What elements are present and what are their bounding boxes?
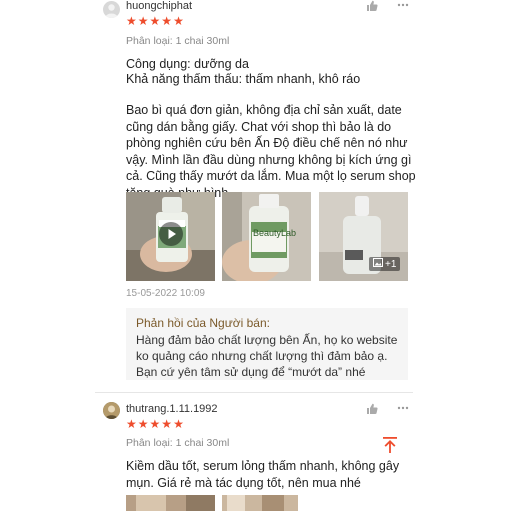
more-dots-icon[interactable] [397,0,409,14]
review-photo[interactable]: +1 [319,192,408,281]
more-dots-icon[interactable] [397,402,409,417]
image-icon [373,258,383,270]
avatar[interactable] [103,1,120,18]
review-photo[interactable]: BeautyLab [222,192,311,281]
review-divider [95,392,413,393]
star-icon: ★ [126,417,137,431]
star-icon: ★ [137,417,149,431]
review-photo[interactable] [126,495,215,511]
seller-reply-title: Phản hồi của Người bán: [136,316,270,330]
variant-label: Phân loại: 1 chai 30ml [126,35,230,47]
attribute-absorb-label: Khả năng thấm thấu: [126,72,243,86]
avatar[interactable] [103,402,120,419]
seller-reply: Phản hồi của Người bán: Hàng đảm bảo chấ… [126,308,408,380]
star-icon: ★ [161,417,173,431]
play-icon[interactable] [159,222,183,246]
more-photos-badge[interactable]: +1 [369,257,401,271]
star-icon: ★ [137,14,149,28]
thumbs-up-icon[interactable] [366,0,378,15]
star-icon: ★ [149,14,161,28]
attribute-use-value: dưỡng da [194,57,249,71]
attribute-absorb-value: thấm nhanh, khô ráo [245,72,361,86]
review-video-thumbnail[interactable] [126,192,215,281]
star-icon: ★ [149,417,161,431]
star-icon: ★ [161,14,173,28]
star-rating: ★ ★ ★ ★ ★ [126,418,184,430]
arrow-up-icon[interactable] [381,437,399,458]
review-text: Kiềm dầu tốt, serum lỏng thấm nhanh, khô… [126,459,400,490]
attribute-absorb: Khả năng thấm thấu: thấm nhanh, khô ráo [126,71,360,88]
review-photo[interactable] [222,495,298,511]
star-icon: ★ [173,417,184,431]
attribute-use-label: Công dụng: [126,57,191,71]
seller-reply-text: Hàng đảm bảo chất lượng bên Ấn, họ ko we… [136,333,398,379]
review-username[interactable]: huongchiphat [126,0,192,12]
scroll-to-top-button[interactable] [381,436,399,459]
star-icon: ★ [173,14,184,28]
more-photos-count: +1 [385,258,397,270]
star-icon: ★ [126,14,137,28]
review-username[interactable]: thutrang.1.11.1992 [126,403,218,415]
thumbs-up-icon[interactable] [366,403,378,418]
review-text: Bao bì quá đơn giản, không địa chỉ sản x… [126,103,416,200]
variant-label: Phân loại: 1 chai 30ml [126,437,230,449]
star-rating: ★ ★ ★ ★ ★ [126,15,184,27]
review-date: 15-05-2022 10:09 [126,288,205,299]
product-label-text: BeautyLab [253,228,297,238]
